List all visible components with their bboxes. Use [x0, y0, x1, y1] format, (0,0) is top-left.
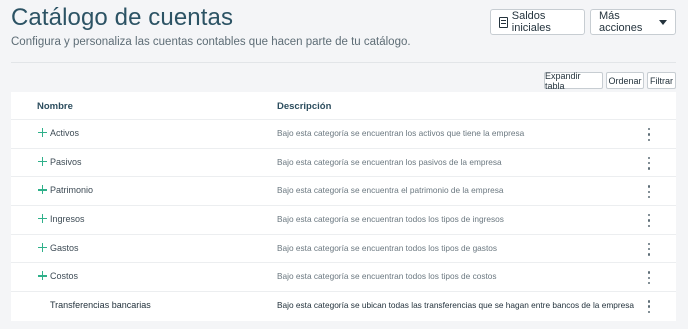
mas-acciones-label: Más acciones [599, 10, 643, 34]
account-name: Patrimonio [50, 185, 94, 196]
account-name: Pasivos [50, 156, 82, 167]
kebab-menu-icon[interactable] [647, 156, 651, 170]
table-row[interactable]: Activos Bajo esta categoría se encuentra… [11, 120, 676, 149]
document-icon [499, 16, 508, 28]
account-name: Gastos [50, 242, 79, 253]
page-title: Catálogo de cuentas [11, 4, 234, 31]
mas-acciones-button[interactable]: Más acciones [590, 9, 676, 35]
ordenar-button[interactable]: Ordenar [606, 72, 644, 89]
filtrar-button[interactable]: Filtrar [647, 72, 676, 89]
kebab-menu-icon[interactable] [647, 300, 651, 314]
table-row[interactable]: Transferencias bancarias Bajo esta categ… [11, 292, 676, 321]
plus-icon[interactable] [38, 128, 47, 137]
account-name: Transferencias bancarias [50, 300, 151, 311]
account-name: Activos [50, 128, 80, 138]
kebab-menu-icon[interactable] [647, 185, 651, 199]
account-description: Bajo esta categoría se encuentran todos … [277, 242, 498, 253]
expandir-tabla-button[interactable]: Expandir tabla [544, 71, 603, 91]
table-row[interactable]: Gastos Bajo esta categoría se encuentran… [11, 234, 676, 264]
table-row[interactable]: Pasivos Bajo esta categoría se encuentra… [11, 148, 676, 178]
column-header-descripcion[interactable]: Descripción [277, 101, 331, 112]
saldos-iniciales-button[interactable]: Saldos iniciales [490, 9, 585, 35]
kebab-menu-icon[interactable] [647, 128, 651, 141]
account-description: Bajo esta categoría se encuentra el patr… [277, 185, 504, 196]
account-description: Bajo esta categoría se encuentran los pa… [277, 156, 502, 167]
account-description: Bajo esta categoría se encuentran todos … [277, 271, 497, 282]
saldos-iniciales-label: Saldos iniciales [511, 10, 551, 34]
kebab-menu-icon[interactable] [647, 271, 651, 285]
plus-icon[interactable] [38, 214, 47, 224]
plus-icon[interactable] [38, 242, 47, 252]
account-description: Bajo esta categoría se encuentran los ac… [277, 128, 525, 138]
plus-icon[interactable] [38, 156, 47, 166]
accounts-table: Nombre Descripción Activos Bajo esta cat… [11, 92, 676, 321]
table-row[interactable]: Patrimonio Bajo esta categoría se encuen… [11, 177, 676, 207]
header-divider [11, 62, 676, 63]
column-header-nombre[interactable]: Nombre [37, 101, 73, 112]
account-description: Bajo esta categoría se ubican todas las … [277, 300, 634, 311]
account-name: Costos [50, 271, 79, 282]
kebab-menu-icon[interactable] [647, 242, 651, 256]
page-subtitle: Configura y personaliza las cuentas cont… [11, 36, 411, 48]
table-row[interactable]: Ingresos Bajo esta categoría se encuentr… [11, 206, 676, 235]
plus-icon[interactable] [38, 271, 47, 281]
account-description: Bajo esta categoría se encuentran todos … [277, 214, 504, 225]
table-header: Nombre Descripción [11, 92, 676, 120]
table-row[interactable]: Costos Bajo esta categoría se encuentran… [11, 263, 676, 293]
plus-icon[interactable] [38, 185, 47, 195]
account-name: Ingresos [50, 214, 85, 225]
kebab-menu-icon[interactable] [647, 214, 651, 228]
caret-down-icon [659, 19, 667, 25]
